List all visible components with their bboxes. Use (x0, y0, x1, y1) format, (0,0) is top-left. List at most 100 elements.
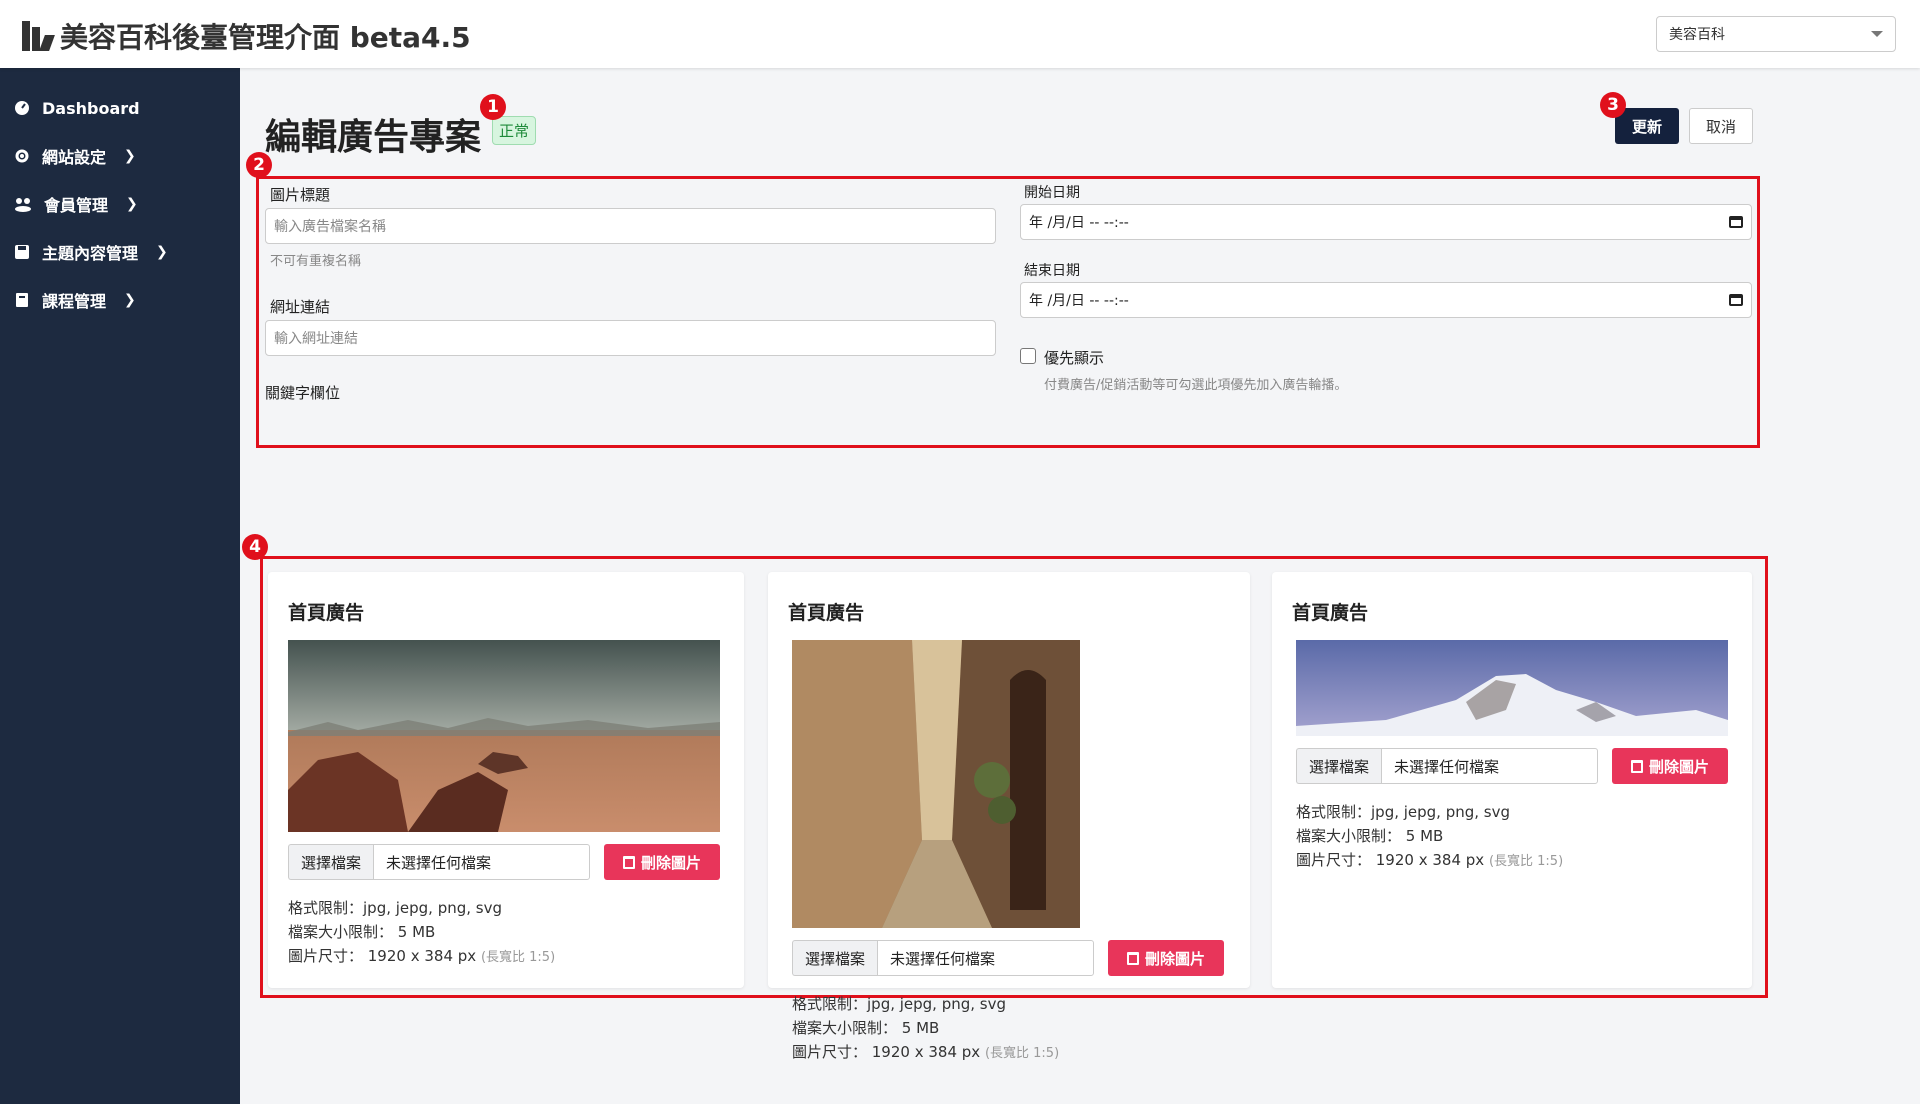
chevron-right-icon: ❯ (124, 148, 136, 164)
top-bar: 美容百科後臺管理介面 beta4.5 美容百科 (0, 0, 1920, 68)
dimension: 圖片尺寸： 1920 x 384 px (288, 947, 477, 965)
file-input[interactable]: 選擇檔案 未選擇任何檔案 (1296, 748, 1599, 784)
annotation-marker: 1 (480, 94, 506, 120)
users-icon (15, 198, 31, 212)
image-title-help: 不可有重複名稱 (270, 254, 362, 269)
image-title-input[interactable]: 輸入廣告檔案名稱 (265, 208, 996, 244)
upload-specs: 格式限制：jpg, jepg, png, svg 檔案大小限制： 5 MB 圖片… (1296, 800, 1563, 874)
ad-card: 首頁廣告 選擇檔案 未選擇任何檔案 刪除圖片 格式限制：jpg, jepg, p… (1272, 572, 1752, 988)
gear-icon (15, 149, 29, 163)
ad-card: 首頁廣告 選擇檔案 未選擇任何檔案 刪除圖片 格式限制：jpg, jepg, p… (768, 572, 1250, 1061)
format-limit: 格式限制：jpg, jepg, png, svg (792, 995, 1007, 1013)
dashboard-icon (15, 101, 29, 115)
size-limit: 檔案大小限制： 5 MB (1296, 827, 1444, 845)
upload-specs: 格式限制：jpg, jepg, png, svg 檔案大小限制： 5 MB 圖片… (288, 896, 555, 970)
page-title: 編輯廣告專案 (265, 117, 482, 158)
size-limit: 檔案大小限制： 5 MB (792, 1019, 940, 1037)
image-title-placeholder: 輸入廣告檔案名稱 (274, 219, 386, 235)
end-date-input[interactable]: 年 /月/日 -- --:-- (1020, 282, 1752, 318)
choose-file-button[interactable]: 選擇檔案 (288, 844, 374, 880)
sidebar-item-site-settings[interactable]: 網站設定 ❯ (0, 132, 240, 180)
sidebar-item-label: Dashboard (42, 98, 140, 118)
chevron-right-icon: ❯ (126, 196, 138, 212)
save-icon (15, 245, 29, 259)
end-date-label: 結束日期 (1024, 263, 1080, 279)
annotation-marker: 3 (1600, 92, 1626, 118)
chevron-down-icon (1871, 31, 1883, 37)
trash-icon (1630, 759, 1643, 773)
sidebar: Dashboard 網站設定 ❯ 會員管理 ❯ 主題內容管理 ❯ 課程管理 ❯ (0, 68, 240, 1104)
start-date-value: 年 /月/日 -- --:-- (1029, 215, 1129, 231)
url-placeholder: 輸入網址連結 (274, 331, 358, 347)
format-limit: 格式限制：jpg, jepg, png, svg (288, 899, 503, 917)
sidebar-item-label: 會員管理 (44, 196, 109, 215)
url-label: 網址連結 (270, 298, 331, 316)
calendar-icon[interactable] (1729, 216, 1743, 228)
brand[interactable]: 美容百科後臺管理介面 beta4.5 (22, 16, 471, 56)
choose-file-button[interactable]: 選擇檔案 (792, 940, 878, 976)
logo-icon (22, 21, 55, 51)
ad-image-mountain (1296, 640, 1728, 736)
keywords-label: 關鍵字欄位 (265, 384, 341, 402)
chevron-right-icon: ❯ (156, 244, 168, 260)
dimension-line: 圖片尺寸： 1920 x 384 px (長寬比 1:5) (1296, 848, 1563, 874)
sidebar-item-label: 網站設定 (42, 148, 107, 167)
delete-label: 刪除圖片 (640, 854, 701, 872)
url-input[interactable]: 輸入網址連結 (265, 320, 996, 356)
status-badge: 正常 (492, 116, 537, 145)
chevron-right-icon: ❯ (124, 292, 136, 308)
main-content: 編輯廣告專案 正常 1 更新 取消 3 2 圖片標題 輸入廣告檔案名稱 不可有重… (240, 68, 1920, 1104)
delete-image-button[interactable]: 刪除圖片 (1108, 940, 1224, 976)
trash-icon (1126, 951, 1139, 965)
aspect-ratio: (長寬比 1:5) (480, 950, 556, 965)
priority-label: 優先顯示 (1044, 349, 1105, 367)
annotation-marker: 4 (242, 534, 268, 560)
card-title: 首頁廣告 (1292, 602, 1369, 624)
sidebar-item-courses[interactable]: 課程管理 ❯ (0, 276, 240, 324)
dimension: 圖片尺寸： 1920 x 384 px (1296, 851, 1485, 869)
priority-checkbox[interactable] (1020, 348, 1036, 364)
file-name: 未選擇任何檔案 (1381, 748, 1599, 784)
start-date-label: 開始日期 (1024, 185, 1080, 201)
dimension-line: 圖片尺寸： 1920 x 384 px (長寬比 1:5) (792, 1040, 1059, 1066)
ad-image-desert (288, 640, 720, 832)
app-title: 美容百科後臺管理介面 beta4.5 (60, 21, 471, 54)
size-limit: 檔案大小限制： 5 MB (288, 923, 436, 941)
file-name: 未選擇任何檔案 (877, 940, 1095, 976)
dimension: 圖片尺寸： 1920 x 384 px (792, 1043, 981, 1061)
aspect-ratio: (長寬比 1:5) (1488, 854, 1564, 869)
trash-icon (622, 855, 635, 869)
delete-image-button[interactable]: 刪除圖片 (604, 844, 720, 880)
upload-specs: 格式限制：jpg, jepg, png, svg 檔案大小限制： 5 MB 圖片… (792, 992, 1059, 1066)
sidebar-item-members[interactable]: 會員管理 ❯ (0, 180, 240, 228)
end-date-value: 年 /月/日 -- --:-- (1029, 293, 1129, 309)
ad-card: 首頁廣告 選擇檔案 未選擇任何檔案 刪除圖片 格式限制：jpg, jepg, p… (268, 572, 744, 988)
book-icon (16, 293, 28, 307)
priority-help: 付費廣告/促銷活動等可勾選此項優先加入廣告輪播。 (1044, 378, 1348, 393)
sidebar-item-label: 主題內容管理 (42, 244, 139, 263)
cancel-button[interactable]: 取消 (1689, 108, 1753, 144)
ad-image-alley (792, 640, 1080, 928)
card-title: 首頁廣告 (788, 602, 865, 624)
file-input[interactable]: 選擇檔案 未選擇任何檔案 (792, 940, 1095, 976)
sidebar-item-label: 課程管理 (42, 292, 107, 311)
annotation-marker: 2 (246, 152, 272, 178)
calendar-icon[interactable] (1729, 294, 1743, 306)
delete-label: 刪除圖片 (1648, 758, 1709, 776)
file-name: 未選擇任何檔案 (373, 844, 591, 880)
update-button[interactable]: 更新 (1615, 108, 1679, 144)
card-title: 首頁廣告 (288, 602, 365, 624)
delete-image-button[interactable]: 刪除圖片 (1612, 748, 1728, 784)
format-limit: 格式限制：jpg, jepg, png, svg (1296, 803, 1511, 821)
delete-label: 刪除圖片 (1144, 950, 1205, 968)
sidebar-item-dashboard[interactable]: Dashboard (0, 84, 240, 132)
site-selector[interactable]: 美容百科 (1656, 16, 1896, 52)
image-title-label: 圖片標題 (270, 186, 331, 204)
sidebar-item-content[interactable]: 主題內容管理 ❯ (0, 228, 240, 276)
aspect-ratio: (長寬比 1:5) (984, 1046, 1060, 1061)
start-date-input[interactable]: 年 /月/日 -- --:-- (1020, 204, 1752, 240)
site-selector-value: 美容百科 (1669, 27, 1725, 43)
dimension-line: 圖片尺寸： 1920 x 384 px (長寬比 1:5) (288, 944, 555, 970)
file-input[interactable]: 選擇檔案 未選擇任何檔案 (288, 844, 591, 880)
choose-file-button[interactable]: 選擇檔案 (1296, 748, 1382, 784)
